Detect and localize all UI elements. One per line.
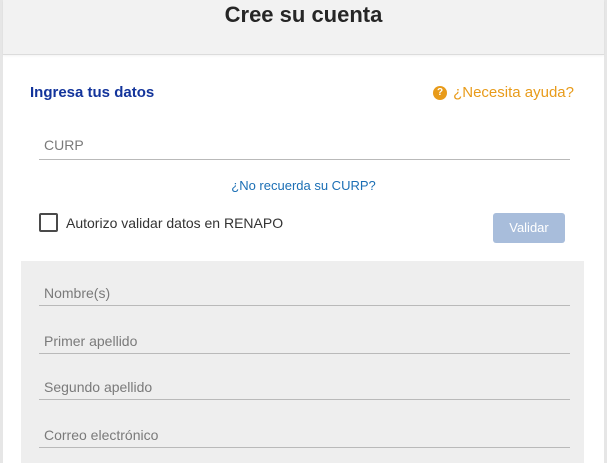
left-border [0, 0, 3, 463]
first-surname-field [39, 319, 570, 354]
section-title: Ingresa tus datos [30, 84, 155, 101]
forgot-curp-link[interactable]: ¿No recuerda su CURP? [0, 178, 607, 193]
renapo-consent-label[interactable]: Autorizo validar datos en RENAPO [66, 215, 283, 231]
first-name-field [39, 271, 570, 306]
second-surname-field [39, 365, 570, 400]
personal-data-panel [21, 261, 584, 463]
email-field [39, 413, 570, 448]
help-link[interactable]: ? ¿Necesita ayuda? [433, 84, 574, 101]
validate-button[interactable]: Validar [493, 213, 565, 243]
curp-input[interactable] [44, 137, 554, 153]
renapo-consent-checkbox[interactable] [39, 213, 58, 232]
first-name-input[interactable] [44, 285, 554, 301]
first-surname-input[interactable] [44, 333, 554, 349]
curp-field [39, 125, 570, 160]
page-header: Cree su cuenta [3, 0, 604, 55]
email-input[interactable] [44, 427, 554, 443]
second-surname-input[interactable] [44, 379, 554, 395]
question-circle-icon: ? [433, 85, 448, 100]
renapo-consent-row: Autorizo validar datos en RENAPO [39, 213, 283, 232]
registration-page: Cree su cuenta Ingresa tus datos ? ¿Nece… [0, 0, 607, 463]
help-link-label: ¿Necesita ayuda? [453, 84, 574, 101]
page-title: Cree su cuenta [224, 2, 383, 27]
